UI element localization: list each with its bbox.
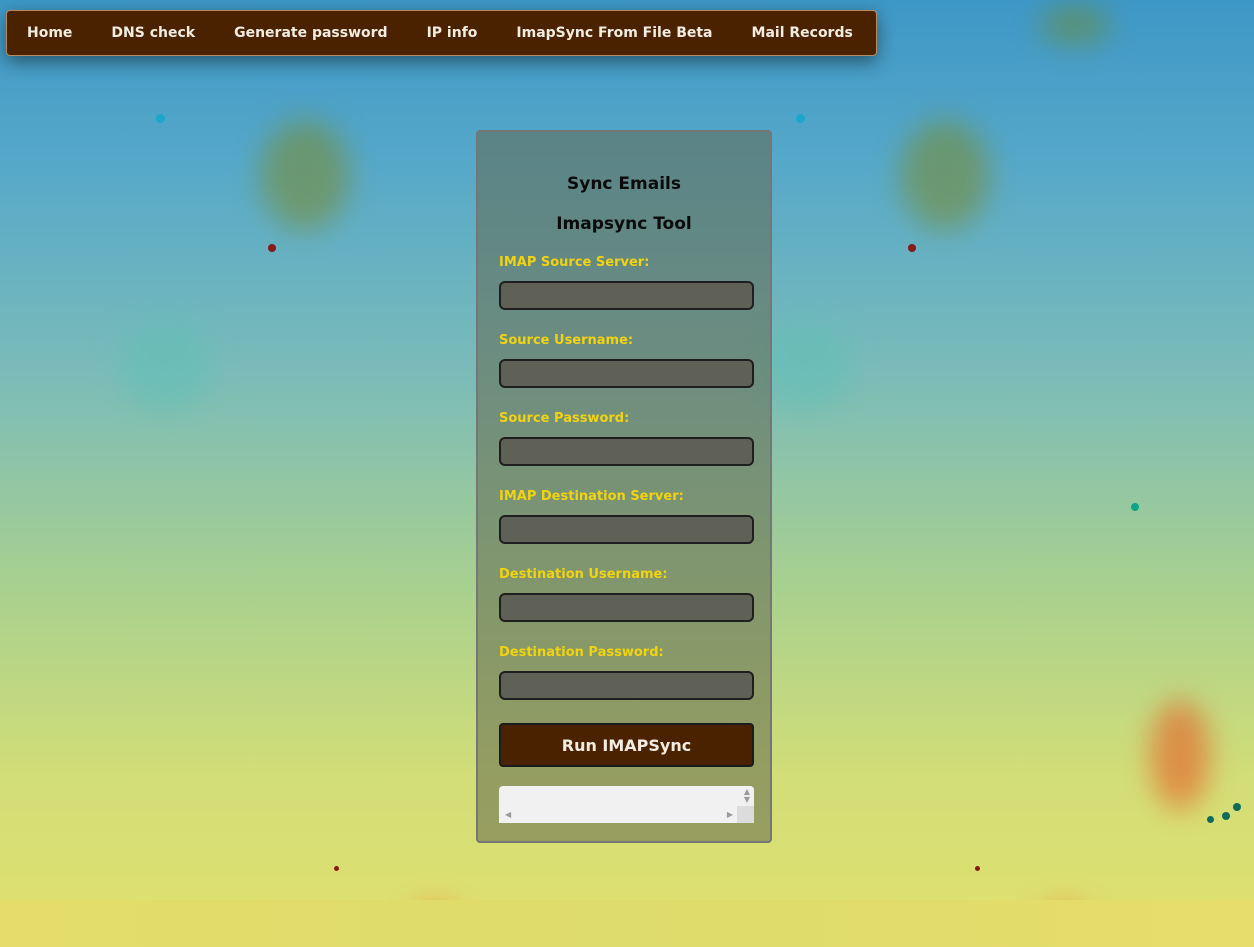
background-dot (1207, 816, 1214, 823)
scroll-right-arrow-icon[interactable]: ▶ (727, 811, 733, 819)
background-dot (268, 244, 276, 252)
run-imapsync-button[interactable]: Run IMAPSync (499, 723, 754, 767)
form-subtitle: Imapsync Tool (556, 214, 692, 234)
background-bottom-strip (0, 900, 1254, 947)
source-server-input[interactable] (499, 281, 754, 310)
background-ink-blot (900, 120, 990, 230)
background-dot (1131, 503, 1139, 511)
output-vertical-scrollbar[interactable]: ▲ ▼ (737, 786, 754, 806)
nav-item-ip-info[interactable]: IP info (427, 25, 478, 41)
background-ink-blot (1040, 5, 1110, 45)
destination-username-input[interactable] (499, 593, 754, 622)
nav-item-dns-check[interactable]: DNS check (111, 25, 195, 41)
nav-item-mail-records[interactable]: Mail Records (752, 25, 853, 41)
background-dot (908, 244, 916, 252)
background-dot (796, 114, 805, 123)
output-textarea[interactable]: ▲ ▼ ◀ ▶ (499, 786, 754, 823)
background-ink-blot (120, 320, 210, 410)
scroll-down-arrow-icon[interactable]: ▼ (744, 796, 750, 804)
source-server-label: IMAP Source Server: (499, 255, 650, 270)
background-dot (975, 866, 980, 871)
nav-item-generate-password[interactable]: Generate password (234, 25, 387, 41)
destination-password-input[interactable] (499, 671, 754, 700)
destination-username-label: Destination Username: (499, 567, 668, 582)
destination-server-label: IMAP Destination Server: (499, 489, 684, 504)
background-dot (1233, 803, 1241, 811)
source-username-input[interactable] (499, 359, 754, 388)
form-title: Sync Emails (567, 174, 681, 194)
scroll-left-arrow-icon[interactable]: ◀ (505, 811, 511, 819)
destination-server-input[interactable] (499, 515, 754, 544)
scrollbar-corner (737, 806, 754, 823)
top-navigation-bar: Home DNS check Generate password IP info… (6, 10, 877, 56)
nav-item-imapsync-from-file-beta[interactable]: ImapSync From File Beta (516, 25, 712, 41)
background-dot (156, 114, 165, 123)
destination-password-label: Destination Password: (499, 645, 664, 660)
source-password-label: Source Password: (499, 411, 630, 426)
source-username-label: Source Username: (499, 333, 634, 348)
imapsync-form-panel: Sync Emails Imapsync Tool IMAP Source Se… (476, 130, 772, 843)
background-dot (334, 866, 339, 871)
background-ink-blot (1150, 700, 1210, 810)
source-password-input[interactable] (499, 437, 754, 466)
nav-item-home[interactable]: Home (27, 25, 72, 41)
background-ink-blot (760, 320, 850, 410)
background-ink-blot (260, 120, 350, 230)
background-dot (1222, 812, 1230, 820)
